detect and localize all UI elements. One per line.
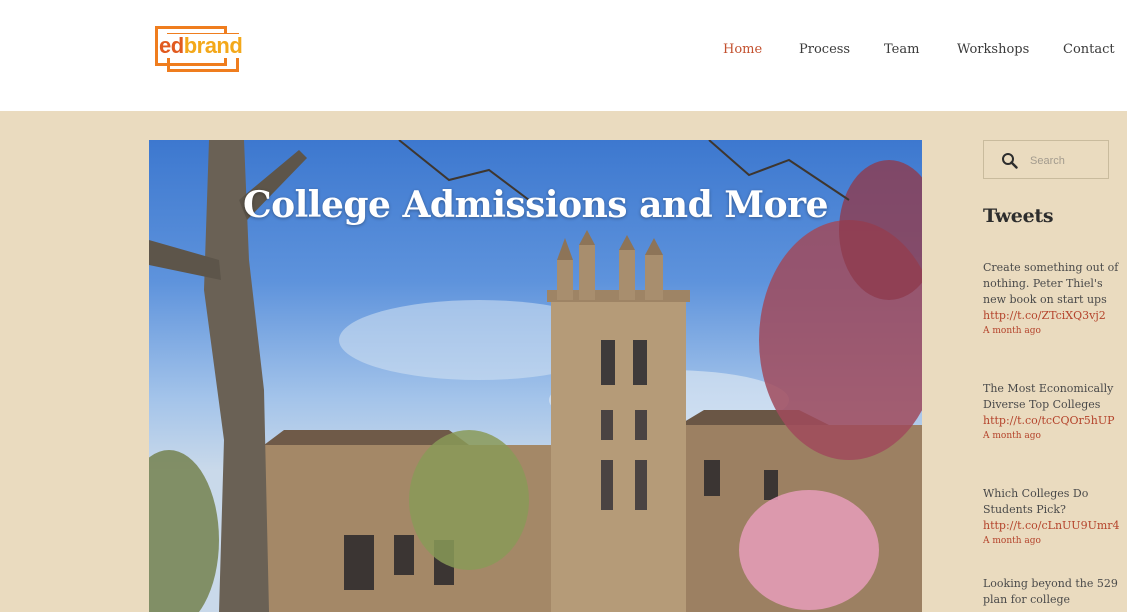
tweet-text: Which Colleges Do Students Pick?	[983, 487, 1089, 516]
tweet-time[interactable]: A month ago	[983, 325, 1123, 338]
tweet-text: The Most Economically Diverse Top Colleg…	[983, 382, 1114, 411]
tweet-item: Create something out of nothing. Peter T…	[983, 260, 1123, 338]
search-box[interactable]	[983, 140, 1109, 179]
main-nav: Home Process Team Workshops Contact	[0, 42, 1127, 62]
tweet-link[interactable]: http://t.co/tcCQOr5hUP	[983, 413, 1123, 429]
tweet-link[interactable]: http://t.co/cLnUU9Umr4	[983, 518, 1123, 534]
site-header: edbrand Home Process Team Workshops Cont…	[0, 0, 1127, 111]
tweet-time[interactable]: A month ago	[983, 430, 1123, 443]
nav-contact[interactable]: Contact	[1063, 42, 1115, 57]
tweet-link[interactable]: http://t.co/ZTciXQ3vj2	[983, 308, 1123, 324]
hero-title: College Admissions and More	[242, 184, 829, 226]
tweet-time[interactable]: A month ago	[983, 535, 1123, 548]
tweet-item: The Most Economically Diverse Top Colleg…	[983, 381, 1123, 443]
nav-process[interactable]: Process	[799, 42, 850, 57]
search-input[interactable]	[1028, 150, 1108, 172]
tweet-text: Looking beyond the 529 plan for college	[983, 577, 1118, 606]
hero-banner: College Admissions and More	[149, 140, 922, 612]
tweet-item: Looking beyond the 529 plan for college	[983, 576, 1123, 608]
tweet-item: Which Colleges Do Students Pick? http://…	[983, 486, 1123, 548]
nav-workshops[interactable]: Workshops	[957, 42, 1029, 57]
tweet-text: Create something out of nothing. Peter T…	[983, 261, 1119, 306]
nav-home[interactable]: Home	[723, 42, 762, 57]
search-icon[interactable]	[1001, 152, 1018, 169]
tweets-heading: Tweets	[983, 205, 1054, 227]
nav-team[interactable]: Team	[884, 42, 919, 57]
